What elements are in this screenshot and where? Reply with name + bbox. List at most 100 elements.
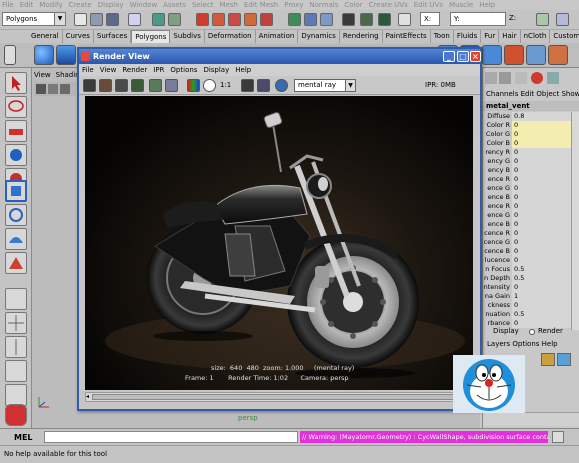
minimize-button[interactable]: _ [443,51,455,62]
move-tool-icon[interactable] [5,144,27,166]
main-menu-item[interactable]: Edit [20,0,34,10]
toggle-channel-box-icon[interactable] [536,13,549,26]
poly-separate-icon[interactable] [548,45,568,65]
main-menu-item[interactable]: Select [192,0,214,10]
channel-row[interactable]: ence B0 [483,220,579,229]
render-view-menu-item[interactable]: IPR [153,64,164,76]
options-menu[interactable]: Options [512,340,539,348]
y-field[interactable]: Y: [450,12,506,26]
channel-row[interactable]: ntensity 0 [483,283,579,292]
channel-row[interactable]: nuation 0.5 [483,310,579,319]
attribute-spread-icon[interactable] [515,72,527,84]
channel-value[interactable]: 1 [512,292,571,301]
channel-value[interactable]: 0 [512,121,571,130]
object-menu[interactable]: Object [536,90,559,98]
shelf-tab[interactable]: Curves [63,30,94,43]
tool-settings-icon[interactable] [531,72,543,84]
shelf-tab[interactable]: General [28,30,63,43]
show-menu[interactable]: Show [561,90,579,98]
layer-editor-icon[interactable] [499,72,511,84]
select-tool-icon[interactable] [5,72,27,94]
channel-row[interactable]: cence G0 [483,238,579,247]
channel-row[interactable]: ence B0 [483,193,579,202]
render-view-icon[interactable] [378,13,391,26]
main-menu-item[interactable]: Proxy [284,0,303,10]
layout-four-icon[interactable] [5,312,27,334]
shelf-tab[interactable]: Rendering [340,30,383,43]
channel-row[interactable]: ency B0 [483,166,579,175]
main-menu-item[interactable]: Normals [309,0,338,10]
channel-value[interactable]: 0 [512,130,571,139]
ipr-refresh-icon[interactable] [131,79,144,92]
layer-tab-display[interactable]: Display [493,326,519,337]
menu-set-dropdown[interactable]: Polygons ▼ [2,12,66,26]
shelf-tab[interactable]: Deformation [205,30,256,43]
keep-image-icon[interactable] [149,79,162,92]
layer-tab-render-radio[interactable] [529,329,535,335]
save-scene-icon[interactable] [106,13,119,26]
render-region-icon[interactable] [99,79,112,92]
main-menu-item[interactable]: Create [68,0,91,10]
channel-box-object-name[interactable]: metal_vent [483,101,579,111]
poly-sphere-icon[interactable] [34,45,54,65]
render-view-menu-item[interactable]: File [82,64,94,76]
render-view-menu-item[interactable]: View [100,64,117,76]
main-menu-item[interactable]: Window [130,0,158,10]
channel-value[interactable]: 0 [512,157,571,166]
main-menu-item[interactable]: Display [98,0,124,10]
new-layer-selected-icon[interactable] [557,353,571,366]
poly-split-icon[interactable] [482,45,502,65]
mel-input[interactable] [44,431,298,443]
select-component-icon[interactable] [168,13,181,26]
film-gate-icon[interactable] [48,84,58,94]
channel-row[interactable]: n Depth 0.5 [483,274,579,283]
new-scene-icon[interactable] [74,13,87,26]
scale-tool-icon[interactable] [5,180,27,202]
render-settings-icon[interactable] [241,79,254,92]
channel-row[interactable]: ence R0 [483,202,579,211]
render-view-menu-item[interactable]: Options [170,64,197,76]
main-menu-item[interactable]: Edit Mesh [244,0,278,10]
channel-value[interactable]: 0 [512,283,571,292]
channel-value[interactable]: 0 [512,202,571,211]
shelf-tab[interactable]: Polygons [131,30,171,43]
last-tool-icon[interactable] [5,252,27,274]
redo-render-icon[interactable] [83,79,96,92]
help-menu[interactable]: Help [542,340,558,348]
toggle-attribute-editor-icon[interactable] [556,13,569,26]
real-size-button[interactable]: 1:1 [220,80,231,91]
render-view-menu-item[interactable]: Display [203,64,229,76]
render-settings-icon[interactable] [342,13,355,26]
main-menu-item[interactable]: Help [479,0,495,10]
channel-value[interactable]: 0 [512,184,571,193]
channel-value[interactable]: 0.5 [512,310,571,319]
manipulator-tool-icon[interactable] [5,204,27,226]
layer-tab-render[interactable]: Render [538,326,563,337]
channel-value[interactable]: 0 [512,247,571,256]
channel-row[interactable]: cence R0 [483,229,579,238]
channel-row[interactable]: lucence 0 [483,256,579,265]
shelf-tab[interactable]: Subdivs [170,30,205,43]
viewport-menu-view[interactable]: View [34,70,51,81]
main-menu-item[interactable]: Edit UVs [414,0,443,10]
shelf-tab[interactable]: nCloth [521,30,551,43]
channel-row[interactable]: n Focus 0.5 [483,265,579,274]
new-layer-icon[interactable] [541,353,555,366]
shelf-tab[interactable]: Custom [550,30,579,43]
snapshot-icon[interactable] [115,79,128,92]
layout-outliner-icon[interactable] [5,360,27,382]
main-menu-item[interactable]: Color [344,0,362,10]
layout-graph-icon[interactable] [5,384,27,406]
test-resolution-icon[interactable] [257,79,270,92]
shelf-tab[interactable]: Fluids [454,30,482,43]
camera-icon[interactable] [36,84,46,94]
select-hierarchy-icon[interactable] [128,13,141,26]
soft-mod-tool-icon[interactable] [5,228,27,250]
poly-smooth-icon[interactable] [504,45,524,65]
channel-row[interactable]: Color R0 [483,121,579,130]
render-view-menu-item[interactable]: Render [122,64,147,76]
camera-select-icon[interactable] [275,79,288,92]
channel-value[interactable]: 0 [512,238,571,247]
rgb-channels-icon[interactable] [187,79,200,92]
poly-cube-icon[interactable] [56,45,76,65]
